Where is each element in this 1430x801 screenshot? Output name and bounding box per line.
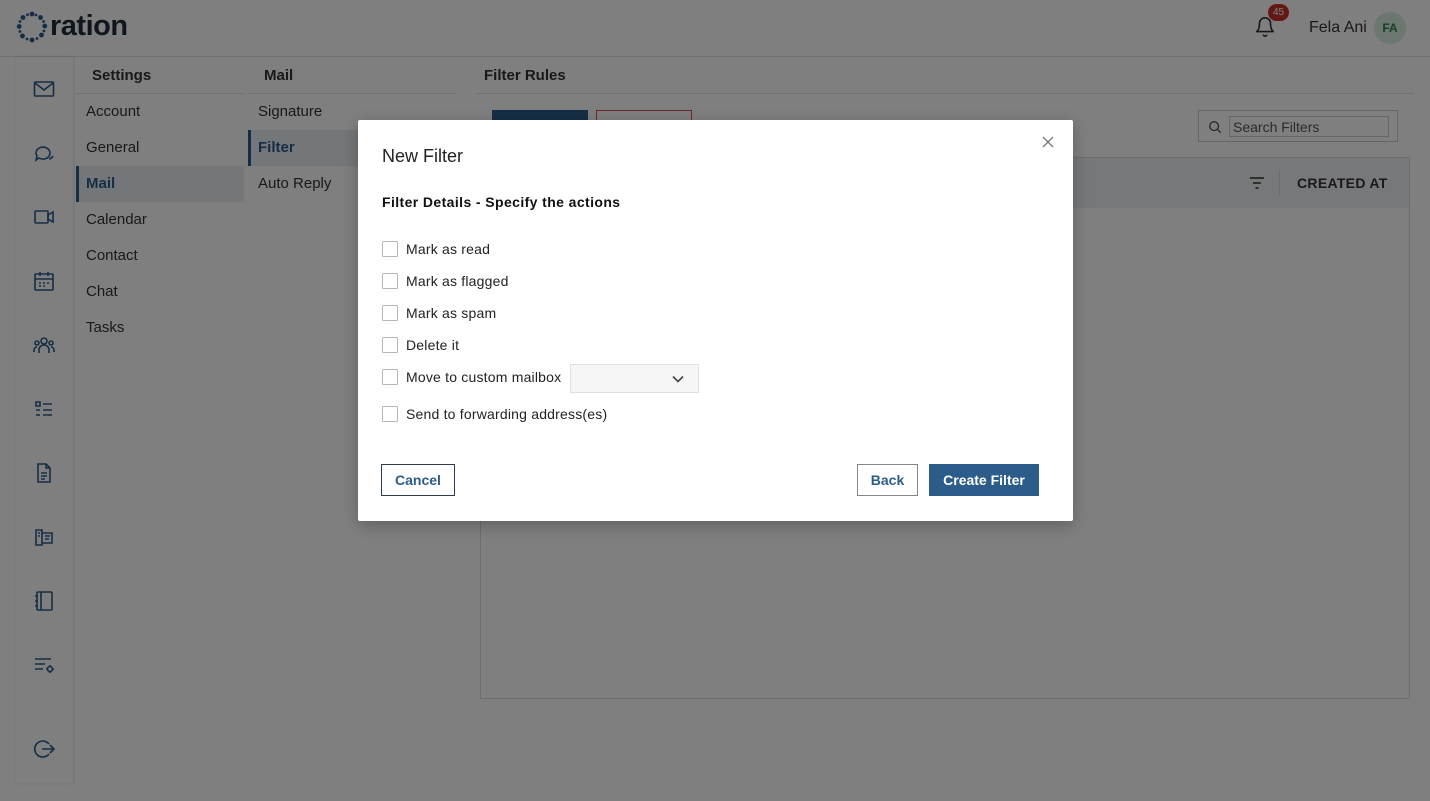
cancel-button[interactable]: Cancel <box>381 464 455 496</box>
option-mark-as-spam: Mark as spam <box>382 302 496 324</box>
close-icon[interactable] <box>1041 135 1055 149</box>
new-filter-dialog: New Filter Filter Details - Specify the … <box>358 120 1073 521</box>
option-delete-it: Delete it <box>382 334 459 356</box>
checkbox[interactable] <box>382 241 398 257</box>
checkbox[interactable] <box>382 305 398 321</box>
option-send-to-forwarding: Send to forwarding address(es) <box>382 403 607 425</box>
option-mark-as-flagged: Mark as flagged <box>382 270 509 292</box>
option-move-to-mailbox: Move to custom mailbox <box>382 366 561 388</box>
option-label: Move to custom mailbox <box>406 369 562 385</box>
option-label: Mark as read <box>406 241 491 257</box>
dialog-subtitle: Filter Details - Specify the actions <box>382 194 621 210</box>
option-mark-as-read: Mark as read <box>382 238 490 260</box>
create-filter-button[interactable]: Create Filter <box>929 464 1039 496</box>
option-label: Delete it <box>406 337 460 353</box>
chevron-down-icon <box>672 375 684 383</box>
checkbox[interactable] <box>382 406 398 422</box>
dialog-title: New Filter <box>382 146 464 166</box>
mailbox-select[interactable] <box>570 364 699 393</box>
checkbox[interactable] <box>382 369 398 385</box>
checkbox[interactable] <box>382 273 398 289</box>
checkbox[interactable] <box>382 337 398 353</box>
option-label: Mark as spam <box>406 305 497 321</box>
option-label: Mark as flagged <box>406 273 509 289</box>
option-label: Send to forwarding address(es) <box>406 406 608 422</box>
back-button[interactable]: Back <box>857 464 918 496</box>
